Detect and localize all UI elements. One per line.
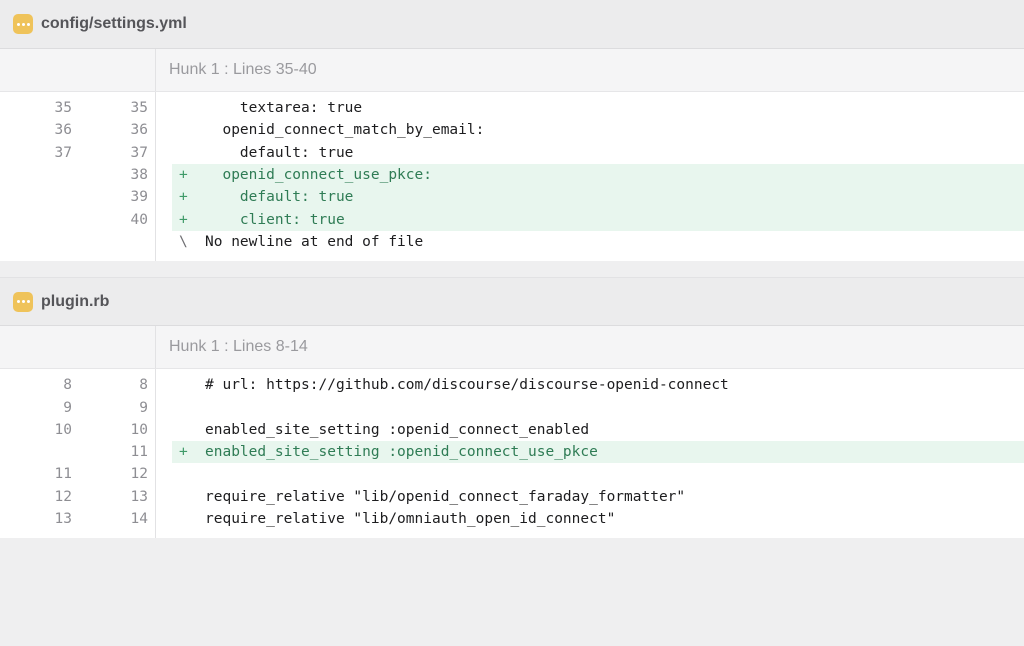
new-line-number: 13: [130, 488, 148, 505]
new-line-number: 38: [130, 167, 148, 184]
diff-marker: +: [179, 211, 188, 228]
diff-marker: +: [179, 444, 188, 461]
hunk-header: Hunk 1 : Lines 8-14: [0, 325, 1024, 370]
diff-marker: +: [179, 167, 188, 184]
code-text: enabled_site_setting :openid_connect_ena…: [205, 421, 590, 438]
hunk-header: Hunk 1 : Lines 35-40: [0, 48, 1024, 92]
new-line-number: 8: [139, 377, 148, 394]
diff-view: config/settings.yml Hunk 1 : Lines 35-40…: [0, 0, 1024, 539]
file-header[interactable]: config/settings.yml: [0, 0, 1024, 48]
diff-line: 11 12: [0, 463, 1024, 485]
hunk-gutter: [0, 326, 156, 369]
line-content: [172, 463, 1024, 485]
code-text: openid_connect_use_pkce:: [205, 167, 432, 184]
line-content: enabled_site_setting :openid_connect_ena…: [172, 419, 1024, 441]
new-line-number: 10: [130, 421, 148, 438]
line-content: openid_connect_match_by_email:: [172, 119, 1024, 141]
old-line-number: 8: [63, 377, 72, 394]
new-line-number: 37: [130, 144, 148, 161]
line-content: + enabled_site_setting :openid_connect_us…: [172, 440, 1024, 464]
line-content: # url: https://github.com/discourse/disc…: [172, 374, 1024, 396]
old-line-number: 36: [54, 122, 72, 139]
file-name: config/settings.yml: [41, 15, 187, 32]
diff-line-added: 39 + default: true: [0, 186, 1024, 209]
new-line-number: 12: [130, 466, 148, 483]
diff-line: 36 36 openid_connect_match_by_email:: [0, 119, 1024, 141]
code-text: # url: https://github.com/discourse/disc…: [205, 377, 729, 394]
line-content: + client: true: [172, 208, 1024, 231]
code-text: openid_connect_match_by_email:: [205, 122, 485, 139]
old-line-number: 13: [54, 511, 72, 527]
code-text: default: true: [205, 189, 354, 206]
old-line-number: 37: [54, 144, 72, 161]
diff-line: 10 10 enabled_site_setting :openid_connect…: [0, 419, 1024, 441]
code-text: textarea: true: [205, 100, 363, 117]
diff-line-added: 40 + client: true: [0, 208, 1024, 231]
hunk-title: Hunk 1 : Lines 35-40: [169, 61, 317, 78]
file-section: plugin.rb Hunk 1 : Lines 8-14 8 8 # url: h…: [0, 277, 1024, 539]
code-text: enabled_site_setting :openid_connect_use…: [205, 444, 598, 461]
line-content: [172, 396, 1024, 418]
old-line-number: 9: [63, 399, 72, 416]
new-line-number: 35: [130, 100, 148, 117]
new-line-number: 40: [130, 211, 148, 228]
diff-line: 35 35 textarea: true: [0, 97, 1024, 119]
diff-line-added: 11 + enabled_site_setting :openid_connect_…: [0, 440, 1024, 464]
old-line-number: 11: [54, 466, 72, 483]
hunk-title: Hunk 1 : Lines 8-14: [169, 338, 308, 356]
diff-line: \ No newline at end of file: [0, 231, 1024, 253]
old-line-number: 10: [54, 421, 72, 438]
diff-marker: \: [179, 233, 188, 250]
hunk-gutter: [0, 49, 156, 91]
file-icon: [13, 14, 33, 34]
code-text: No newline at end of file: [205, 233, 424, 250]
diff-line: 8 8 # url: https://github.com/discourse/di…: [0, 374, 1024, 396]
line-content: require_relative "lib/omniauth_open_id_c…: [172, 508, 1024, 530]
code-block: 8 8 # url: https://github.com/discourse/di…: [0, 369, 1024, 539]
file-separator: [0, 261, 1024, 278]
line-content: textarea: true: [172, 97, 1024, 119]
diff-line: 37 37 default: true: [0, 142, 1024, 164]
diff-line-added: 38 + openid_connect_use_pkce:: [0, 163, 1024, 187]
line-content: require_relative "lib/openid_connect_far…: [172, 486, 1024, 508]
line-content: \ No newline at end of file: [172, 231, 1024, 253]
old-line-number: 35: [54, 100, 72, 117]
code-text: require_relative "lib/omniauth_open_id_c…: [205, 511, 616, 527]
old-line-number: 12: [54, 488, 72, 505]
code-text: require_relative "lib/openid_connect_far…: [205, 488, 686, 505]
line-content: + openid_connect_use_pkce:: [172, 163, 1024, 187]
file-section: config/settings.yml Hunk 1 : Lines 35-40…: [0, 0, 1024, 262]
diff-line: 99: [0, 396, 1024, 418]
code-block: 35 35 textarea: true 36 36 openid_connect_m…: [0, 92, 1024, 262]
new-line-number: 9: [139, 399, 148, 416]
line-content: default: true: [172, 142, 1024, 164]
file-name: plugin.rb: [41, 292, 110, 310]
diff-marker: +: [179, 189, 188, 206]
new-line-number: 39: [130, 189, 148, 206]
code-text: default: true: [205, 144, 354, 161]
file-header[interactable]: plugin.rb: [0, 277, 1024, 326]
new-line-number: 14: [130, 511, 148, 527]
code-text: client: true: [205, 211, 345, 228]
diff-line: 13 14 require_relative "lib/omniauth_open_…: [0, 508, 1024, 530]
new-line-number: 36: [130, 122, 148, 139]
file-icon: [13, 291, 33, 312]
diff-line: 12 13 require_relative "lib/openid_connect…: [0, 486, 1024, 508]
new-line-number: 11: [130, 444, 148, 461]
line-content: + default: true: [172, 186, 1024, 209]
